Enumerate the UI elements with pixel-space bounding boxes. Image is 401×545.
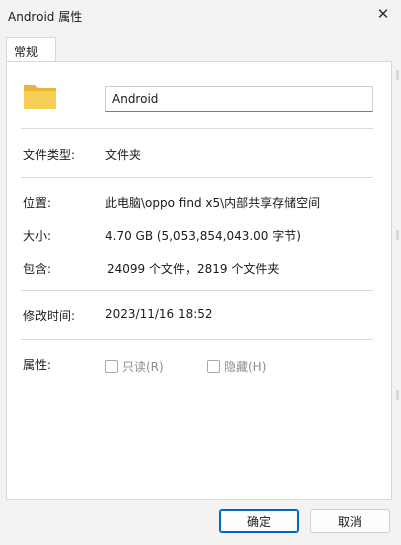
window-title: Android 属性 (8, 10, 83, 24)
checkbox-box (105, 360, 118, 373)
contains-label: 包含: (23, 262, 52, 276)
separator (21, 177, 373, 178)
location-label: 位置: (23, 196, 52, 210)
tab-general-label: 常规 (14, 45, 39, 59)
cancel-button[interactable]: 取消 (310, 509, 390, 533)
close-icon[interactable]: ✕ (375, 6, 391, 22)
type-label: 文件类型: (23, 148, 76, 162)
general-panel: 文件类型: 文件夹 位置: 此电脑\oppo find x5\内部共享存储空间 … (6, 61, 392, 500)
readonly-label: 只读(R) (122, 360, 164, 374)
separator (21, 128, 373, 129)
tab-general[interactable]: 常规 (6, 37, 56, 62)
location-value: 此电脑\oppo find x5\内部共享存储空间 (105, 196, 321, 210)
folder-icon (24, 85, 56, 109)
name-input[interactable] (105, 86, 373, 112)
modified-label: 修改时间: (23, 309, 76, 323)
readonly-checkbox[interactable]: 只读(R) (105, 358, 164, 375)
tab-strip: 常规 (0, 37, 401, 62)
checkbox-box (207, 360, 220, 373)
type-value: 文件夹 (105, 148, 142, 162)
separator (21, 339, 373, 340)
scroll-edge (396, 390, 399, 400)
size-label: 大小: (23, 229, 52, 243)
hidden-checkbox[interactable]: 隐藏(H) (207, 358, 266, 375)
hidden-label: 隐藏(H) (224, 360, 267, 374)
ok-button[interactable]: 确定 (219, 509, 299, 533)
scroll-edge (396, 70, 399, 80)
scroll-edge (396, 230, 399, 240)
title-bar: Android 属性 ✕ (0, 0, 401, 32)
separator (21, 290, 373, 291)
modified-value: 2023/11/16 18:52 (105, 307, 213, 321)
size-value: 4.70 GB (5,053,854,043.00 字节) (105, 229, 301, 243)
attributes-label: 属性: (23, 358, 52, 372)
contains-value: 24099 个文件，2819 个文件夹 (107, 262, 280, 276)
